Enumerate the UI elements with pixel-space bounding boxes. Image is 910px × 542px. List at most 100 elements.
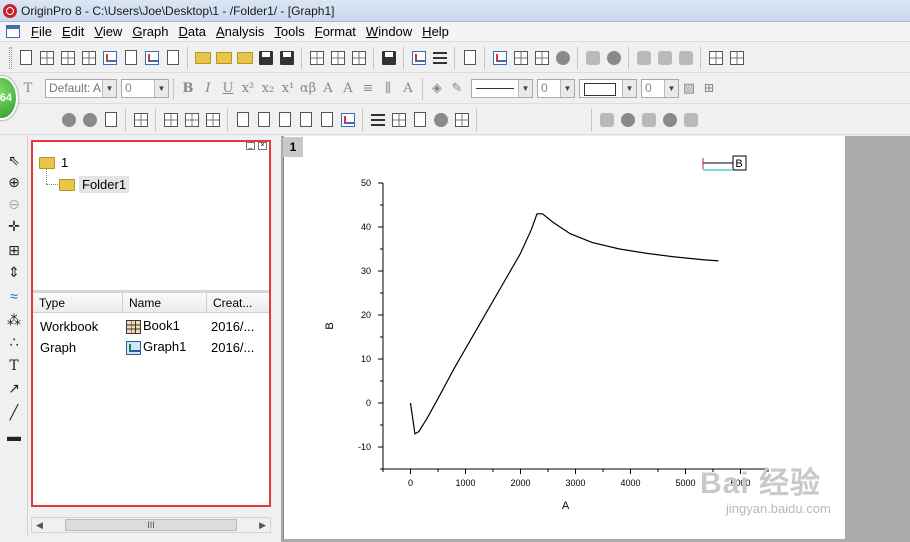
decrease-font-button[interactable]: A bbox=[338, 81, 358, 96]
new-workbook-button[interactable] bbox=[36, 47, 57, 68]
add-layer-button[interactable] bbox=[582, 47, 603, 68]
project-explorer-button[interactable] bbox=[459, 47, 480, 68]
column-header-type[interactable]: Type bbox=[33, 293, 123, 313]
arrow-tool[interactable]: ↗ bbox=[4, 378, 24, 398]
new-notes-button[interactable] bbox=[162, 47, 183, 68]
grid-lines-button[interactable] bbox=[367, 109, 388, 130]
menu-window[interactable]: Window bbox=[361, 24, 417, 39]
line-tool[interactable]: ╱ bbox=[4, 402, 24, 422]
font-select[interactable]: Default: A ▼ bbox=[45, 79, 117, 98]
border-width-select[interactable]: 0 ▼ bbox=[641, 79, 679, 98]
left-justify-button[interactable]: ≡ bbox=[358, 81, 378, 96]
mask-points-tool[interactable]: ⁂ bbox=[4, 310, 24, 330]
add-row-button[interactable] bbox=[726, 47, 747, 68]
object-tool-4[interactable] bbox=[659, 109, 680, 130]
zoom-out-tool[interactable]: ⊖ bbox=[4, 194, 24, 214]
menu-format[interactable]: Format bbox=[310, 24, 361, 39]
open-template-button[interactable] bbox=[213, 47, 234, 68]
axis-red-button[interactable] bbox=[337, 109, 358, 130]
superscript-subscript-button[interactable]: x¹ bbox=[278, 81, 298, 96]
menu-analysis[interactable]: Analysis bbox=[211, 24, 269, 39]
new-matrix-button[interactable] bbox=[78, 47, 99, 68]
copy-button[interactable] bbox=[654, 47, 675, 68]
object-tool-3[interactable] bbox=[638, 109, 659, 130]
font-color-button[interactable]: A bbox=[398, 81, 418, 96]
pointer-tool[interactable]: ⇖ bbox=[4, 150, 24, 170]
menu-graph[interactable]: Graph bbox=[127, 24, 173, 39]
duplicate-button[interactable] bbox=[429, 47, 450, 68]
save-project-button[interactable] bbox=[255, 47, 276, 68]
text-tool[interactable]: T bbox=[4, 356, 24, 376]
column-header-created[interactable]: Creat... bbox=[207, 293, 269, 313]
zoom-out-graph-button[interactable] bbox=[79, 109, 100, 130]
document-icon[interactable] bbox=[6, 25, 20, 38]
rotate-button[interactable] bbox=[603, 47, 624, 68]
font-size-select[interactable]: 0 ▼ bbox=[121, 79, 169, 98]
data-selector-tool[interactable]: ⇕ bbox=[4, 262, 24, 282]
import-ascii-button[interactable] bbox=[327, 47, 348, 68]
table-button[interactable] bbox=[451, 109, 472, 130]
color-scale-button[interactable] bbox=[409, 109, 430, 130]
new-layout-button[interactable] bbox=[141, 47, 162, 68]
explorer-horizontal-scrollbar[interactable]: ◀ III ▶ bbox=[31, 517, 271, 533]
rescale-button[interactable] bbox=[130, 109, 151, 130]
menu-tools[interactable]: Tools bbox=[269, 24, 309, 39]
cut-button[interactable] bbox=[633, 47, 654, 68]
data-reader-tool[interactable]: ⊞ bbox=[4, 240, 24, 260]
legend[interactable]: B bbox=[702, 155, 747, 171]
line-style-select[interactable]: ▼ bbox=[471, 79, 533, 98]
results-log-button[interactable] bbox=[489, 47, 510, 68]
layer-button-3[interactable] bbox=[202, 109, 223, 130]
layer-button-1[interactable] bbox=[160, 109, 181, 130]
draw-data-tool[interactable]: ≈ bbox=[4, 286, 24, 306]
scroll-left-icon[interactable]: ◀ bbox=[36, 520, 43, 531]
new-function-button[interactable] bbox=[120, 47, 141, 68]
new-project-button[interactable] bbox=[15, 47, 36, 68]
axis-right-button[interactable] bbox=[295, 109, 316, 130]
open-excel-button[interactable] bbox=[234, 47, 255, 68]
subscript-button[interactable]: x₂ bbox=[258, 81, 278, 96]
pattern-button[interactable]: ▨ bbox=[679, 81, 699, 96]
list-item[interactable]: Graph Graph1 2016/... bbox=[33, 337, 269, 357]
rectangle-tool[interactable]: ▬ bbox=[4, 426, 24, 446]
menu-view[interactable]: View bbox=[89, 24, 127, 39]
object-tool-2[interactable] bbox=[617, 109, 638, 130]
fill-color-button[interactable]: ◈ bbox=[427, 81, 447, 96]
script-window-button[interactable] bbox=[510, 47, 531, 68]
import-multiple-button[interactable] bbox=[348, 47, 369, 68]
border-style-select[interactable]: ▼ bbox=[579, 79, 637, 98]
column-width-button[interactable]: ⫼ bbox=[378, 81, 398, 96]
whole-page-button[interactable] bbox=[100, 109, 121, 130]
close-icon[interactable]: × bbox=[258, 142, 267, 150]
menu-file[interactable]: File bbox=[26, 24, 57, 39]
code-builder-button[interactable] bbox=[531, 47, 552, 68]
axis-break-button[interactable] bbox=[316, 109, 337, 130]
scrollbar-thumb[interactable]: III bbox=[65, 519, 237, 531]
menu-help[interactable]: Help bbox=[417, 24, 454, 39]
greek-button[interactable]: αβ bbox=[298, 81, 318, 96]
axis-left-bottom-button[interactable] bbox=[232, 109, 253, 130]
import-wizard-button[interactable] bbox=[306, 47, 327, 68]
layer-button-2[interactable] bbox=[181, 109, 202, 130]
bold-button[interactable]: B bbox=[178, 81, 198, 96]
object-tool-1[interactable] bbox=[596, 109, 617, 130]
paste-button[interactable] bbox=[675, 47, 696, 68]
menu-data[interactable]: Data bbox=[173, 24, 210, 39]
legend-button[interactable] bbox=[388, 109, 409, 130]
object-tool-5[interactable] bbox=[680, 109, 701, 130]
zoom-in-tool[interactable]: ⊕ bbox=[4, 172, 24, 192]
toolbar-grip[interactable] bbox=[9, 46, 12, 69]
increase-font-button[interactable]: A bbox=[318, 81, 338, 96]
italic-button[interactable]: I bbox=[198, 81, 218, 96]
save-template-button[interactable] bbox=[276, 47, 297, 68]
open-button[interactable] bbox=[192, 47, 213, 68]
scroll-right-icon[interactable]: ▶ bbox=[259, 520, 266, 531]
timestamp-button[interactable] bbox=[430, 109, 451, 130]
column-header-name[interactable]: Name bbox=[123, 293, 207, 313]
line-width-select[interactable]: 0 ▼ bbox=[537, 79, 575, 98]
custom-routine-button[interactable] bbox=[552, 47, 573, 68]
add-column-button[interactable] bbox=[705, 47, 726, 68]
refresh-button[interactable] bbox=[408, 47, 429, 68]
minimize-icon[interactable]: _ bbox=[246, 142, 255, 150]
tree-child-folder[interactable]: Folder1 bbox=[59, 176, 130, 193]
